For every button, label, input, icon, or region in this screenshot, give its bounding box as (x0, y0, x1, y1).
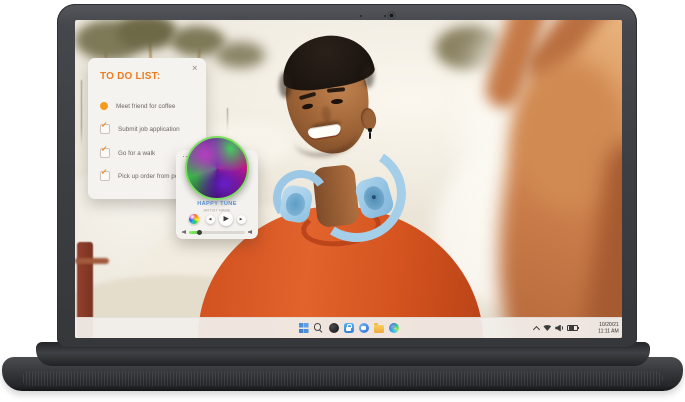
todo-item[interactable]: ✓ Submit job application (100, 118, 202, 142)
play-icon: ▶ (223, 216, 228, 223)
start-button-icon[interactable] (299, 323, 309, 333)
headphone-cup-pad (284, 191, 307, 217)
taskbar: 10/20/21 11:11 AM (75, 317, 622, 338)
microphone-hole (360, 15, 362, 17)
chevron-up-icon[interactable] (533, 325, 540, 332)
progress-track[interactable] (189, 231, 245, 234)
volume-up-icon (248, 230, 252, 234)
todo-item-label: Submit job application (118, 126, 180, 133)
dark-circle-app-icon[interactable] (329, 323, 339, 333)
check-mark-icon: ✓ (101, 168, 108, 177)
hair-fade (279, 72, 291, 98)
track-title: HAPPY TUNE (192, 200, 243, 206)
chat-icon[interactable] (359, 323, 369, 333)
todo-item[interactable]: Meet friend for coffee (100, 94, 202, 118)
webcam-icon (388, 12, 395, 19)
battery-icon[interactable] (567, 325, 578, 332)
playback-controls: ◂ ▶ ▸ (176, 211, 258, 227)
color-wheel-button[interactable] (189, 214, 199, 224)
earring-dangle (369, 132, 371, 139)
microsoft-store-icon[interactable] (344, 323, 354, 333)
tray-time-value: 11:11 AM (598, 328, 619, 334)
volume-down-icon (182, 230, 186, 234)
product-image: TO DO LIST: ✕ Meet friend for coffee ✓ S… (0, 0, 685, 402)
taskbar-center-icons (299, 318, 399, 338)
edge-browser-icon[interactable] (389, 323, 399, 333)
play-button[interactable]: ▶ (219, 212, 233, 226)
system-tray: 10/20/21 11:11 AM (534, 318, 619, 338)
next-icon: ▸ (240, 216, 243, 222)
file-explorer-icon[interactable] (374, 325, 384, 333)
clock[interactable]: 10/20/21 11:11 AM (598, 322, 619, 334)
checkbox-checked-icon[interactable]: ✓ (100, 171, 110, 181)
checkbox-checked-icon[interactable]: ✓ (100, 124, 110, 134)
laptop-screen: TO DO LIST: ✕ Meet friend for coffee ✓ S… (75, 20, 622, 338)
checkbox-checked-icon[interactable]: ✓ (100, 148, 110, 158)
album-art (185, 136, 249, 200)
music-progress-knob[interactable] (197, 230, 202, 235)
active-bullet-icon (100, 102, 108, 110)
earring (368, 128, 372, 132)
next-button[interactable]: ▸ (237, 215, 246, 224)
check-mark-icon: ✓ (101, 145, 108, 154)
music-widget: ⋯ HAPPY TUNE ARTIST NAME ◂ ▶ ▸ (176, 150, 258, 239)
todo-item-label: Meet friend for coffee (116, 102, 175, 109)
music-progress-slider[interactable] (182, 228, 252, 236)
todo-title: TO DO LIST: (100, 71, 160, 82)
speaker-icon[interactable] (555, 325, 563, 332)
microphone-hole (384, 15, 386, 17)
previous-button[interactable]: ◂ (206, 215, 215, 224)
wifi-icon[interactable] (543, 325, 551, 331)
hair-fade (363, 64, 374, 88)
check-mark-icon: ✓ (101, 121, 108, 130)
previous-icon: ◂ (209, 216, 212, 222)
close-icon[interactable]: ✕ (192, 64, 198, 73)
todo-item-label: Go for a walk (118, 149, 155, 156)
search-icon[interactable] (314, 323, 324, 333)
